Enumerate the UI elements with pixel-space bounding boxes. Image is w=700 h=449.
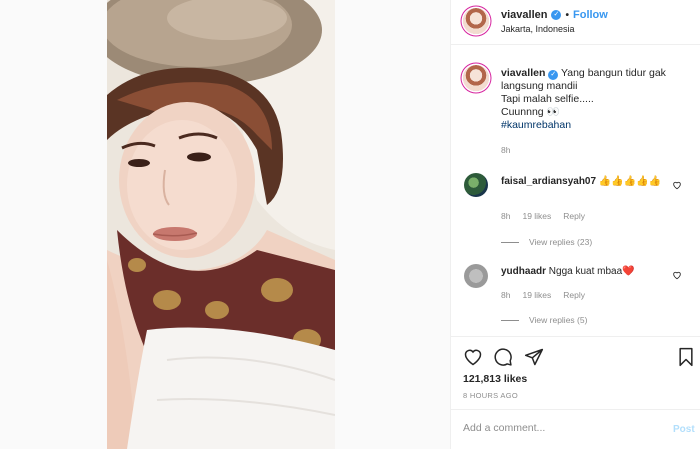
post-actions bbox=[451, 336, 700, 374]
comment-time[interactable]: 8h bbox=[501, 290, 510, 300]
comment-input[interactable] bbox=[463, 422, 653, 434]
post-photo[interactable] bbox=[107, 0, 335, 449]
comment-avatar[interactable] bbox=[464, 264, 488, 288]
profile-avatar[interactable] bbox=[463, 8, 489, 34]
comment-body: 👍👍👍👍👍 bbox=[598, 176, 662, 187]
reply-button[interactable]: Reply bbox=[563, 211, 585, 221]
share-icon[interactable] bbox=[524, 347, 544, 367]
comment-text: yudhaadr Ngga kuat mbaa❤️ bbox=[501, 265, 671, 279]
header-username[interactable]: viavallen bbox=[501, 9, 547, 21]
photo-area bbox=[0, 0, 450, 449]
view-replies-label[interactable]: View replies (5) bbox=[529, 315, 587, 325]
caption-line-2: Tapi malah selfie..... bbox=[501, 93, 594, 105]
caption-avatar[interactable] bbox=[463, 65, 489, 91]
bookmark-icon[interactable] bbox=[676, 347, 696, 367]
post-panel: viavallen ✓ • Follow Jakarta, Indonesia … bbox=[450, 0, 700, 449]
post-time[interactable]: 8 HOURS AGO bbox=[463, 391, 518, 400]
comment-meta: 8h 19 likes Reply bbox=[501, 211, 585, 221]
comment-body: Ngga kuat mbaa❤️ bbox=[548, 266, 635, 277]
comment-meta: 8h 19 likes Reply bbox=[501, 290, 585, 300]
add-comment-bar: Post bbox=[451, 409, 700, 449]
post-photo-illustration bbox=[107, 0, 335, 449]
view-replies[interactable]: View replies (5) bbox=[501, 315, 587, 325]
follow-button[interactable]: Follow bbox=[573, 9, 608, 21]
comment-likes[interactable]: 19 likes bbox=[522, 211, 551, 221]
like-count[interactable]: 121,813 likes bbox=[463, 373, 527, 385]
replies-divider bbox=[501, 319, 519, 321]
comment-text: faisal_ardiansyah07 👍👍👍👍👍 bbox=[501, 175, 671, 189]
reply-button[interactable]: Reply bbox=[563, 290, 585, 300]
verified-badge-icon: ✓ bbox=[548, 70, 559, 80]
post-caption: viavallen ✓ Yang bangun tidur gak langsu… bbox=[501, 67, 691, 132]
comment-icon[interactable] bbox=[493, 347, 513, 367]
location-link[interactable]: Jakarta, Indonesia bbox=[501, 24, 575, 34]
caption-line-3: Cuunnng 👀 bbox=[501, 106, 560, 118]
verified-badge-icon: ✓ bbox=[551, 10, 562, 20]
post-header: viavallen ✓ • Follow Jakarta, Indonesia bbox=[451, 0, 700, 45]
view-replies-label[interactable]: View replies (23) bbox=[529, 237, 592, 247]
comment-time[interactable]: 8h bbox=[501, 211, 510, 221]
comment-username[interactable]: yudhaadr bbox=[501, 266, 546, 277]
heart-icon[interactable] bbox=[463, 347, 483, 367]
comment-like-heart-icon[interactable] bbox=[672, 270, 682, 280]
comment-likes[interactable]: 19 likes bbox=[522, 290, 551, 300]
header-user-row: viavallen ✓ • Follow bbox=[501, 9, 608, 21]
post-button[interactable]: Post bbox=[673, 424, 695, 435]
separator-dot: • bbox=[565, 9, 569, 21]
comment-username[interactable]: faisal_ardiansyah07 bbox=[501, 176, 596, 187]
comment-avatar[interactable] bbox=[464, 173, 488, 197]
caption-time[interactable]: 8h bbox=[501, 145, 510, 155]
replies-divider bbox=[501, 241, 519, 243]
comment-like-heart-icon[interactable] bbox=[672, 180, 682, 190]
caption-username[interactable]: viavallen bbox=[501, 67, 545, 79]
hashtag-link[interactable]: #kaumrebahan bbox=[501, 119, 571, 131]
view-replies[interactable]: View replies (23) bbox=[501, 237, 592, 247]
